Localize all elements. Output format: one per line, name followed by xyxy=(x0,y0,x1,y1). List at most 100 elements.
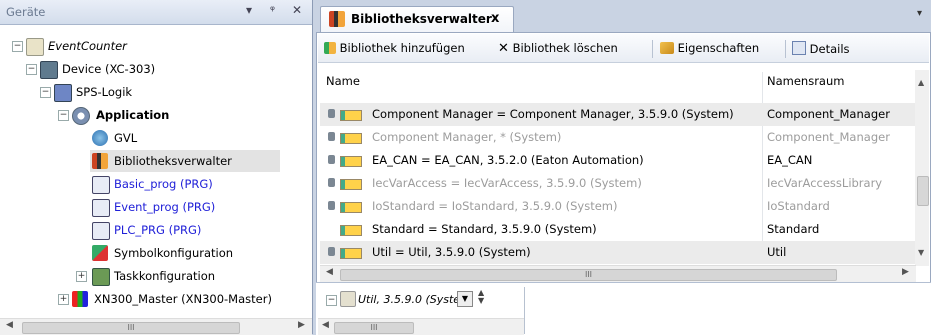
collapse-icon[interactable]: − xyxy=(58,110,69,121)
scroll-left-arrow-icon[interactable]: ◀ xyxy=(6,320,13,330)
column-header-namespace[interactable]: Namensraum xyxy=(767,70,844,92)
library-icon xyxy=(340,291,356,307)
library-namespace: Standard xyxy=(767,222,820,236)
xn300-icon xyxy=(72,291,88,307)
panel-dropdown-icon[interactable]: ▾ xyxy=(246,3,252,17)
panel-close-icon[interactable]: ✕ xyxy=(292,3,302,17)
tree-label: Symbolkonfiguration xyxy=(114,246,234,260)
tree-node-application[interactable]: − Application xyxy=(0,104,312,126)
devices-panel-titlebar: Geräte ▾ ᵠ ✕ xyxy=(0,0,312,25)
tree-label: GVL xyxy=(114,131,138,145)
expand-icon[interactable] xyxy=(328,201,335,210)
scroll-thumb[interactable]: III xyxy=(22,322,240,334)
library-manager-icon xyxy=(329,11,345,27)
tree-node-gvl[interactable]: GVL xyxy=(0,127,312,149)
tree-label: Basic_prog (PRG) xyxy=(114,177,213,191)
table-vertical-scrollbar[interactable]: ▲ ▼ xyxy=(915,70,929,266)
tab-bibliotheksverwalter[interactable]: Bibliotheksverwalter x xyxy=(320,6,514,33)
table-row[interactable]: Standard = Standard, 3.5.9.0 (System) St… xyxy=(320,218,920,241)
table-row[interactable]: EA_CAN = EA_CAN, 3.5.2.0 (Eaton Automati… xyxy=(320,149,920,172)
details-icon xyxy=(792,41,806,55)
scroll-left-arrow-icon[interactable]: ◀ xyxy=(326,267,333,277)
tree-node-basic-prog[interactable]: Basic_prog (PRG) xyxy=(0,173,312,195)
tree-node-plc-prg[interactable]: PLC_PRG (PRG) xyxy=(0,219,312,241)
library-icon xyxy=(340,248,362,259)
tree-node-device[interactable]: − Device (XC-303) xyxy=(0,58,312,80)
program-icon xyxy=(92,222,110,240)
tree-node-xn300-master[interactable]: + XN300_Master (XN300-Master) xyxy=(0,288,312,310)
tree-node-symbolkonfiguration[interactable]: Symbolkonfiguration xyxy=(0,242,312,264)
scroll-up-arrow-icon[interactable]: ▲ xyxy=(918,78,924,87)
tree-label: Device (XC-303) xyxy=(62,62,156,76)
tree-node-sps-logik[interactable]: − SPS-Logik xyxy=(0,81,312,103)
library-icon xyxy=(340,110,362,121)
delete-library-button[interactable]: ✕ Bibliothek löschen xyxy=(498,41,618,56)
library-name: Util = Util, 3.5.9.0 (System) xyxy=(372,245,531,259)
scroll-right-arrow-icon[interactable]: ▶ xyxy=(902,267,909,277)
library-table: Name Namensraum Component Manager = Comp… xyxy=(320,70,920,266)
tab-list-dropdown-icon[interactable]: ▾ xyxy=(917,8,922,19)
tree-label: Event_prog (PRG) xyxy=(114,200,216,214)
table-row[interactable]: Component Manager, * (System) Component_… xyxy=(320,126,920,149)
tab-close-icon[interactable]: x xyxy=(491,11,499,26)
tree-label: XN300_Master (XN300-Master) xyxy=(94,292,272,306)
table-row[interactable]: IoStandard = IoStandard, 3.5.9.0 (System… xyxy=(320,195,920,218)
details-horizontal-scrollbar[interactable]: ◀ III xyxy=(318,318,524,335)
library-icon xyxy=(340,133,362,144)
expand-icon[interactable] xyxy=(328,132,335,141)
gvl-icon xyxy=(92,130,108,146)
scroll-right-arrow-icon[interactable]: ▶ xyxy=(298,320,305,330)
table-row[interactable]: IecVarAccess = IecVarAccess, 3.5.9.0 (Sy… xyxy=(320,172,920,195)
delete-library-label: Bibliothek löschen xyxy=(512,41,618,55)
device-icon xyxy=(40,61,58,79)
expand-icon[interactable] xyxy=(328,155,335,164)
scroll-thumb[interactable]: III xyxy=(340,269,837,281)
details-button[interactable]: Details xyxy=(792,41,850,56)
application-icon xyxy=(72,107,90,125)
library-namespace: IecVarAccessLibrary xyxy=(767,176,883,190)
toolbar-separator xyxy=(785,40,786,58)
column-header-name[interactable]: Name xyxy=(326,70,360,92)
left-horizontal-scrollbar[interactable]: ◀ III ▶ xyxy=(0,318,312,335)
properties-button[interactable]: Eigenschaften xyxy=(660,41,759,55)
library-name: IoStandard = IoStandard, 3.5.9.0 (System… xyxy=(372,199,618,213)
expand-icon[interactable]: + xyxy=(76,271,87,282)
add-library-button[interactable]: Bibliothek hinzufügen xyxy=(324,41,465,55)
tree-label: Taskkonfiguration xyxy=(114,269,216,283)
spinner-icon[interactable]: ▲ ▼ xyxy=(478,289,484,305)
tree-node-eventcounter[interactable]: − EventCounter xyxy=(0,35,312,57)
library-icon xyxy=(340,202,362,213)
collapse-icon[interactable]: − xyxy=(26,64,37,75)
collapse-icon[interactable]: − xyxy=(326,295,337,306)
expand-icon[interactable] xyxy=(328,178,335,187)
program-icon xyxy=(92,199,110,217)
table-horizontal-scrollbar[interactable]: ◀ III ▶ xyxy=(320,265,916,282)
tree-node-taskkonfiguration[interactable]: + Taskkonfiguration xyxy=(0,265,312,287)
tree-node-bibliotheksverwalter[interactable]: Bibliotheksverwalter xyxy=(90,150,280,172)
collapse-icon[interactable]: − xyxy=(40,87,51,98)
delete-icon: ✕ xyxy=(498,41,509,56)
library-name: IecVarAccess = IecVarAccess, 3.5.9.0 (Sy… xyxy=(372,176,642,190)
scroll-thumb[interactable]: III xyxy=(334,322,414,334)
collapse-icon[interactable]: − xyxy=(12,41,23,52)
devices-panel: Geräte ▾ ᵠ ✕ − EventCounter − Device (XC… xyxy=(0,0,313,335)
expand-icon[interactable]: + xyxy=(58,294,69,305)
library-toolbar: Bibliothek hinzufügen ✕ Bibliothek lösch… xyxy=(318,34,929,63)
library-namespace: Component_Manager xyxy=(767,130,890,144)
expand-icon[interactable] xyxy=(328,109,335,118)
tree-label: PLC_PRG (PRG) xyxy=(114,223,202,237)
scroll-down-arrow-icon[interactable]: ▼ xyxy=(918,248,924,257)
library-icon xyxy=(340,156,362,167)
scroll-left-arrow-icon[interactable]: ◀ xyxy=(322,320,329,330)
add-library-icon xyxy=(324,42,336,54)
table-row[interactable]: Util = Util, 3.5.9.0 (System) Util xyxy=(320,241,920,264)
vertical-scroll-thumb[interactable] xyxy=(917,176,929,206)
library-icon xyxy=(340,225,362,236)
selector-dropdown-icon[interactable]: ▼ xyxy=(457,291,473,307)
panel-pin-icon[interactable]: ᵠ xyxy=(270,3,275,17)
details-tree-pane: − Util, 3.5.9.0 (Syste ▼ ▲ ▼ ◀ III xyxy=(318,287,525,335)
table-row[interactable]: Component Manager = Component Manager, 3… xyxy=(320,103,920,126)
program-icon xyxy=(92,176,110,194)
tree-node-event-prog[interactable]: Event_prog (PRG) xyxy=(0,196,312,218)
expand-icon[interactable] xyxy=(328,247,335,256)
